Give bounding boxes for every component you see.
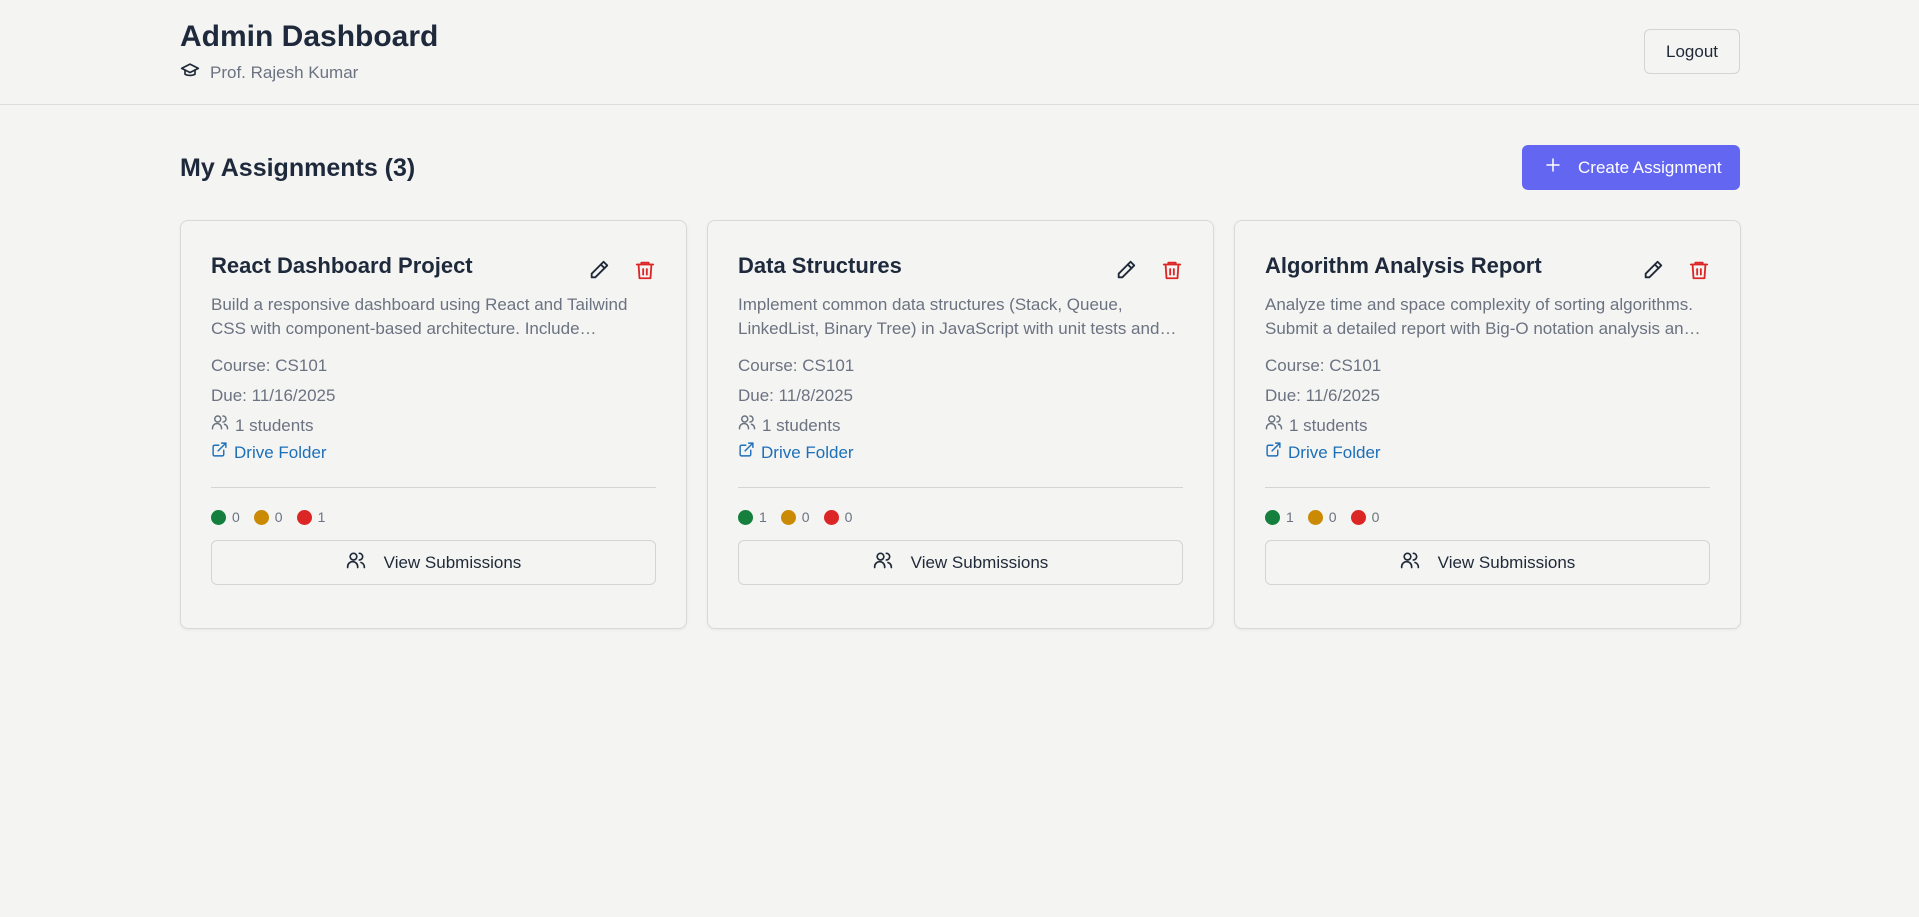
stat-yellow: 0: [780, 509, 810, 525]
status-dot-green: [1265, 509, 1280, 525]
view-submissions-button[interactable]: View Submissions: [1265, 540, 1710, 585]
users-icon: [1400, 550, 1420, 575]
assignment-due-date: Due: 11/16/2025: [211, 386, 336, 405]
stat-red-count: 0: [844, 509, 853, 525]
page-title: Admin Dashboard: [180, 20, 439, 53]
drive-folder-label: Drive Folder: [1288, 443, 1381, 462]
assignment-course: Course: CS101: [738, 356, 855, 375]
user-info: Prof. Rajesh Kumar: [180, 60, 358, 85]
students-count: 1 students: [762, 416, 841, 435]
assignment-due-date: Due: 11/6/2025: [1265, 386, 1380, 405]
status-dot-green: [211, 509, 226, 525]
external-link-icon: [1265, 441, 1282, 465]
assignment-course: Course: CS101: [211, 356, 328, 375]
divider: [211, 487, 656, 488]
stat-red: 0: [1350, 509, 1380, 525]
drive-folder-label: Drive Folder: [761, 443, 854, 462]
students-count: 1 students: [235, 416, 314, 435]
stat-red: 1: [296, 509, 326, 525]
status-dot-red: [823, 509, 839, 525]
stat-green-count: 0: [232, 509, 240, 525]
status-dot-yellow: [1307, 509, 1323, 525]
stat-green-count: 1: [1286, 509, 1294, 525]
view-submissions-button[interactable]: View Submissions: [738, 540, 1183, 585]
top-header: Admin Dashboard Prof. Rajesh Kumar Logou…: [0, 0, 1919, 105]
users-icon: [346, 550, 366, 575]
stat-green: 0: [211, 509, 240, 525]
status-dot-yellow: [780, 509, 796, 525]
graduation-cap-icon: [180, 60, 200, 85]
card-actions: [1115, 259, 1183, 281]
status-dot-red: [296, 509, 312, 525]
external-link-icon: [211, 441, 228, 465]
stat-green: 1: [1265, 509, 1294, 525]
divider: [1265, 487, 1710, 488]
trash-icon[interactable]: [1688, 259, 1710, 281]
drive-folder-link[interactable]: Drive Folder: [738, 441, 1183, 465]
assignment-description: Implement common data structures (Stack,…: [738, 295, 1160, 338]
assignment-course: Course: CS101: [1265, 356, 1382, 375]
users-icon: [738, 411, 756, 441]
trash-icon[interactable]: [1161, 259, 1183, 281]
users-icon: [1265, 411, 1283, 441]
card-actions: [1642, 259, 1710, 281]
stat-yellow: 0: [1307, 509, 1337, 525]
assignment-description: Build a responsive dashboard using React…: [211, 295, 628, 338]
pencil-icon[interactable]: [588, 259, 610, 281]
logout-button[interactable]: Logout: [1644, 29, 1740, 74]
assignment-description: Analyze time and space complexity of sor…: [1265, 295, 1694, 338]
students-count: 1 students: [1289, 416, 1368, 435]
trash-icon[interactable]: [634, 259, 656, 281]
assignment-due-date: Due: 11/8/2025: [738, 386, 853, 405]
stat-yellow-count: 0: [801, 509, 810, 525]
card-actions: [588, 259, 656, 281]
users-icon: [873, 550, 893, 575]
submission-stats: 1 0 0: [738, 508, 1183, 526]
drive-folder-link[interactable]: Drive Folder: [1265, 441, 1710, 465]
view-submissions-label: View Submissions: [383, 552, 522, 572]
users-icon: [211, 411, 229, 441]
assignment-card: Algorithm Analysis Report Analyze time a…: [1234, 220, 1741, 629]
assignment-card: React Dashboard Project Build a responsi…: [180, 220, 687, 629]
status-dot-yellow: [253, 509, 269, 525]
assignment-students: 1 students: [211, 411, 656, 441]
stat-red-count: 0: [1371, 509, 1380, 525]
stat-green-count: 1: [759, 509, 767, 525]
assignment-students: 1 students: [1265, 411, 1710, 441]
view-submissions-button[interactable]: View Submissions: [211, 540, 656, 585]
main-content: My Assignments (3) Create Assignment Rea…: [180, 145, 1741, 629]
create-assignment-label: Create Assignment: [1578, 157, 1722, 177]
assignment-students: 1 students: [738, 411, 1183, 441]
view-submissions-label: View Submissions: [1437, 552, 1576, 572]
drive-folder-label: Drive Folder: [234, 443, 327, 462]
stat-red: 0: [823, 509, 853, 525]
plus-icon: [1544, 156, 1562, 179]
assignment-card: Data Structures Implement common data st…: [707, 220, 1214, 629]
pencil-icon[interactable]: [1642, 259, 1664, 281]
external-link-icon: [738, 441, 755, 465]
header-inner: Admin Dashboard Prof. Rajesh Kumar Logou…: [180, 0, 1740, 105]
pencil-icon[interactable]: [1115, 259, 1137, 281]
drive-folder-link[interactable]: Drive Folder: [211, 441, 656, 465]
stat-yellow-count: 0: [274, 509, 283, 525]
section-title: My Assignments (3): [180, 154, 416, 182]
status-dot-red: [1350, 509, 1366, 525]
submission-stats: 1 0 0: [1265, 508, 1710, 526]
user-name: Prof. Rajesh Kumar: [210, 62, 359, 82]
status-dot-green: [738, 509, 753, 525]
assignment-list: React Dashboard Project Build a responsi…: [180, 220, 1741, 629]
submission-stats: 0 0 1: [211, 508, 656, 526]
divider: [738, 487, 1183, 488]
stat-yellow-count: 0: [1328, 509, 1337, 525]
section-header: My Assignments (3) Create Assignment: [180, 145, 1740, 190]
create-assignment-button[interactable]: Create Assignment: [1522, 145, 1740, 190]
view-submissions-label: View Submissions: [910, 552, 1049, 572]
stat-green: 1: [738, 509, 767, 525]
stat-yellow: 0: [253, 509, 283, 525]
stat-red-count: 1: [317, 509, 326, 525]
